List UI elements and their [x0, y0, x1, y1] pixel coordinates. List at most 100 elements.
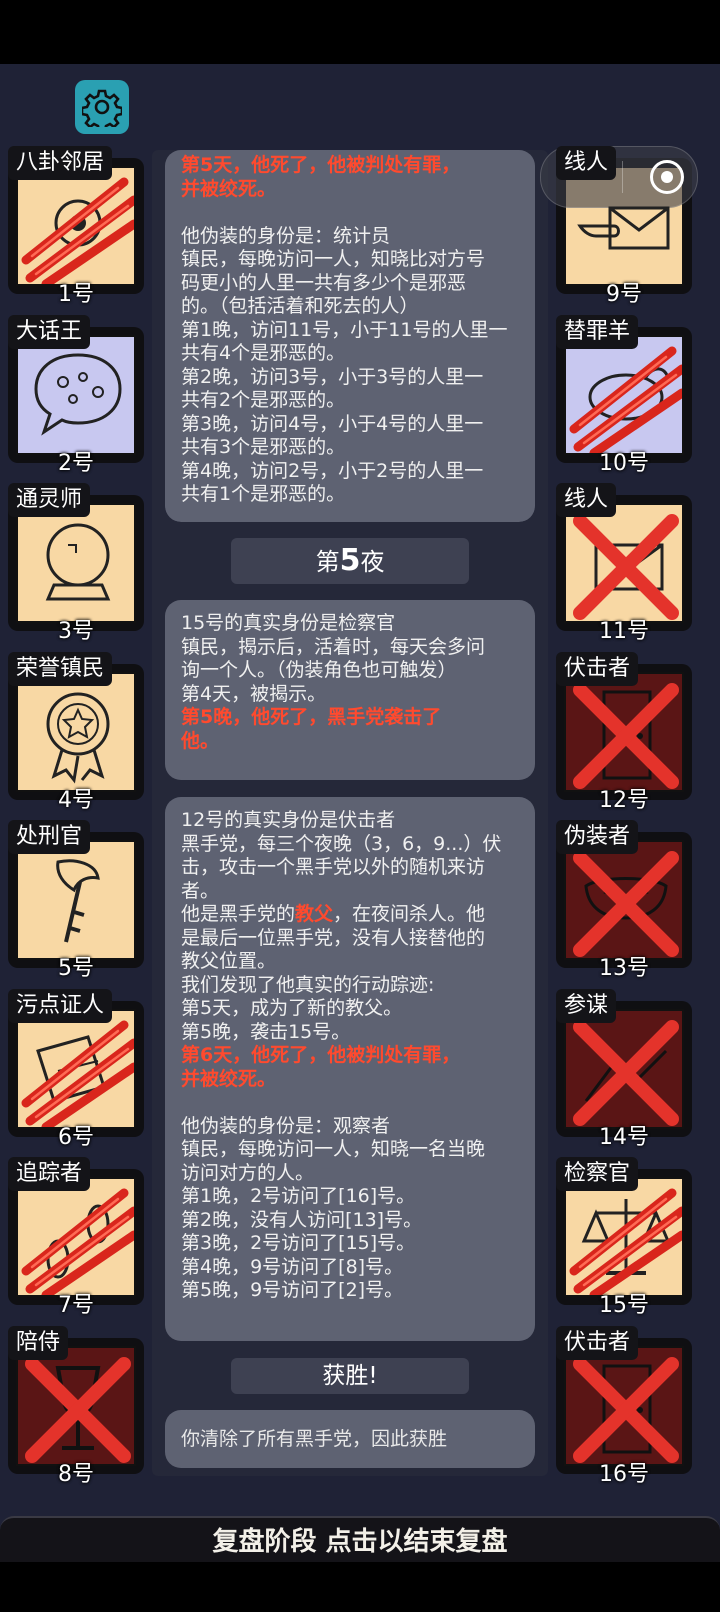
player-card[interactable]: 线人 11号 — [556, 483, 692, 644]
player-card[interactable]: 参谋 14号 — [556, 988, 692, 1150]
log-line: 并被绞死。 — [181, 1067, 277, 1090]
log-line: 他伪装的身份是：统计员 — [181, 224, 391, 247]
log-line: 的。（包括活着和死去的人） — [181, 295, 419, 317]
eliminated-x-icon — [573, 851, 679, 957]
player-card[interactable]: 大话王 2号 — [8, 314, 144, 476]
player-card[interactable]: 伪装者 13号 — [556, 820, 692, 981]
claw-mark-icon — [21, 1188, 134, 1295]
player-role-label: 追踪者 — [8, 1157, 91, 1191]
player-card[interactable]: 陪侍 8号 — [8, 1325, 144, 1487]
player-portrait — [16, 166, 136, 286]
log-line: 他。 — [181, 729, 220, 752]
log-line: 镇民，每晚访问一人，知晓比对方号 — [181, 248, 486, 270]
axe-icon — [56, 859, 100, 943]
player-number: 7号 — [58, 1293, 94, 1318]
log-line: 他是黑手党的教父，在夜间杀人。他 — [181, 903, 486, 925]
player-role-label: 线人 — [556, 146, 617, 180]
log-line: 是最后一位黑手党，没有人接替他的 — [181, 926, 486, 949]
night-divider: 第5夜 — [231, 538, 469, 584]
log-line: 第1晚，2号访问了[16]号。 — [181, 1185, 416, 1207]
end-review-button[interactable]: 复盘阶段 点击以结束复盘 — [0, 1516, 720, 1564]
role-highlight: 教父 — [295, 903, 334, 925]
log-line: 第5晚，袭击15号。 — [181, 1020, 351, 1043]
log-line: 12号的真实身份是伏击者 — [181, 809, 396, 831]
player-portrait — [564, 1177, 684, 1297]
log-line: 第2晚，没有人访问[13]号。 — [181, 1208, 423, 1231]
status-bar — [0, 0, 720, 64]
player-portrait — [564, 840, 684, 960]
player-role-label: 伏击者 — [556, 1325, 639, 1360]
player-number: 2号 — [58, 450, 94, 476]
player-card[interactable]: 检察官 15号 — [556, 1157, 692, 1318]
log-line: 15号的真实身份是检察官 — [181, 612, 396, 634]
log-line: 第5天，他死了，他被判处有罪， — [181, 154, 461, 176]
player-portrait — [16, 671, 136, 792]
log-line: 询一个人。（伪装角色也可触发） — [181, 659, 457, 681]
envelope-hand-icon — [577, 206, 670, 250]
log-line: 黑手党，每三个夜晚（3，6，9...）伏 — [181, 832, 502, 855]
player-number: 11号 — [599, 619, 649, 644]
player-card[interactable]: 荣誉镇民 4号 — [8, 651, 144, 813]
log-line: 共有1个是邪恶的。 — [181, 483, 346, 505]
log-line: 共有2个是邪恶的。 — [181, 389, 346, 411]
log-line: 第3晚，访问4号，小于4号的人里一 — [181, 412, 484, 435]
player-number: 1号 — [58, 282, 94, 307]
player-portrait — [564, 503, 684, 623]
player-number: 15号 — [599, 1293, 649, 1318]
player-card[interactable]: 通灵师 3号 — [8, 483, 144, 644]
player-role-label: 处刑官 — [8, 820, 91, 854]
log-line: 教父位置。 — [181, 950, 277, 972]
eliminated-x-icon — [573, 682, 679, 789]
player-role-label: 污点证人 — [8, 988, 113, 1023]
eliminated-x-icon — [573, 514, 679, 620]
log-line: 共有3个是邪恶的。 — [181, 436, 346, 458]
player-role-label: 陪侍 — [8, 1325, 69, 1360]
log-line: 共有4个是邪恶的。 — [181, 342, 346, 364]
player-number: 5号 — [58, 956, 94, 981]
log-line: 第5晚，他死了，黑手党袭击了 — [181, 706, 442, 728]
player-portrait — [564, 166, 684, 286]
player-role-label: 伪装者 — [556, 820, 639, 854]
player-card[interactable]: 污点证人 6号 — [8, 988, 144, 1150]
player-card[interactable]: 处刑官 5号 — [8, 820, 144, 981]
player-number: 13号 — [599, 956, 649, 981]
log-line: 第4晚，访问2号，小于2号的人里一 — [181, 459, 484, 482]
player-role-label: 参谋 — [556, 988, 617, 1023]
medal-icon — [46, 692, 110, 784]
player-portrait — [16, 503, 136, 623]
player-portrait — [564, 1008, 684, 1129]
player-card[interactable]: 伏击者 12号 — [556, 651, 692, 813]
crystal-ball-icon — [45, 523, 111, 601]
player-number: 8号 — [58, 1461, 94, 1487]
player-card[interactable]: 追踪者 7号 — [8, 1157, 144, 1318]
player-role-label: 线人 — [556, 483, 617, 517]
player-number: 10号 — [599, 450, 649, 476]
claw-mark-icon — [569, 346, 682, 453]
log-line: 镇民，每晚访问一人，知晓一名当晚 — [181, 1138, 486, 1160]
player-number: 16号 — [599, 1461, 649, 1487]
claw-mark-icon — [21, 177, 134, 284]
player-card[interactable]: 八卦邻居 1号 — [8, 146, 144, 307]
player-number: 12号 — [599, 787, 649, 813]
log-line: 者。 — [181, 879, 220, 902]
player-portrait — [16, 1008, 136, 1129]
log-line: 码更小的人里一共有多少个是邪恶 — [181, 271, 467, 294]
player-number: 4号 — [58, 787, 94, 813]
player-role-label: 替罪羊 — [556, 314, 639, 349]
speech-bubble-icon — [34, 352, 122, 436]
log-line: 第1晚，访问11号，小于11号的人里一 — [181, 318, 508, 341]
player-role-label: 伏击者 — [556, 651, 639, 686]
log-line: 第4天，被揭示。 — [181, 682, 327, 705]
player-number: 6号 — [58, 1124, 94, 1150]
player-card[interactable]: 线人 9号 — [556, 146, 692, 307]
player-portrait — [564, 671, 684, 792]
player-card[interactable]: 替罪羊 10号 — [556, 314, 692, 476]
player-portrait — [16, 334, 136, 455]
player-card[interactable]: 伏击者 16号 — [556, 1325, 692, 1487]
log-message-3: 12号的真实身份是伏击者 黑手党，每三个夜晚（3，6，9...）伏 击，攻击一个黑手… — [165, 797, 535, 1341]
settings-button[interactable] — [75, 80, 129, 134]
eliminated-x-icon — [25, 1356, 131, 1463]
log-line: 并被绞死。 — [181, 177, 277, 200]
